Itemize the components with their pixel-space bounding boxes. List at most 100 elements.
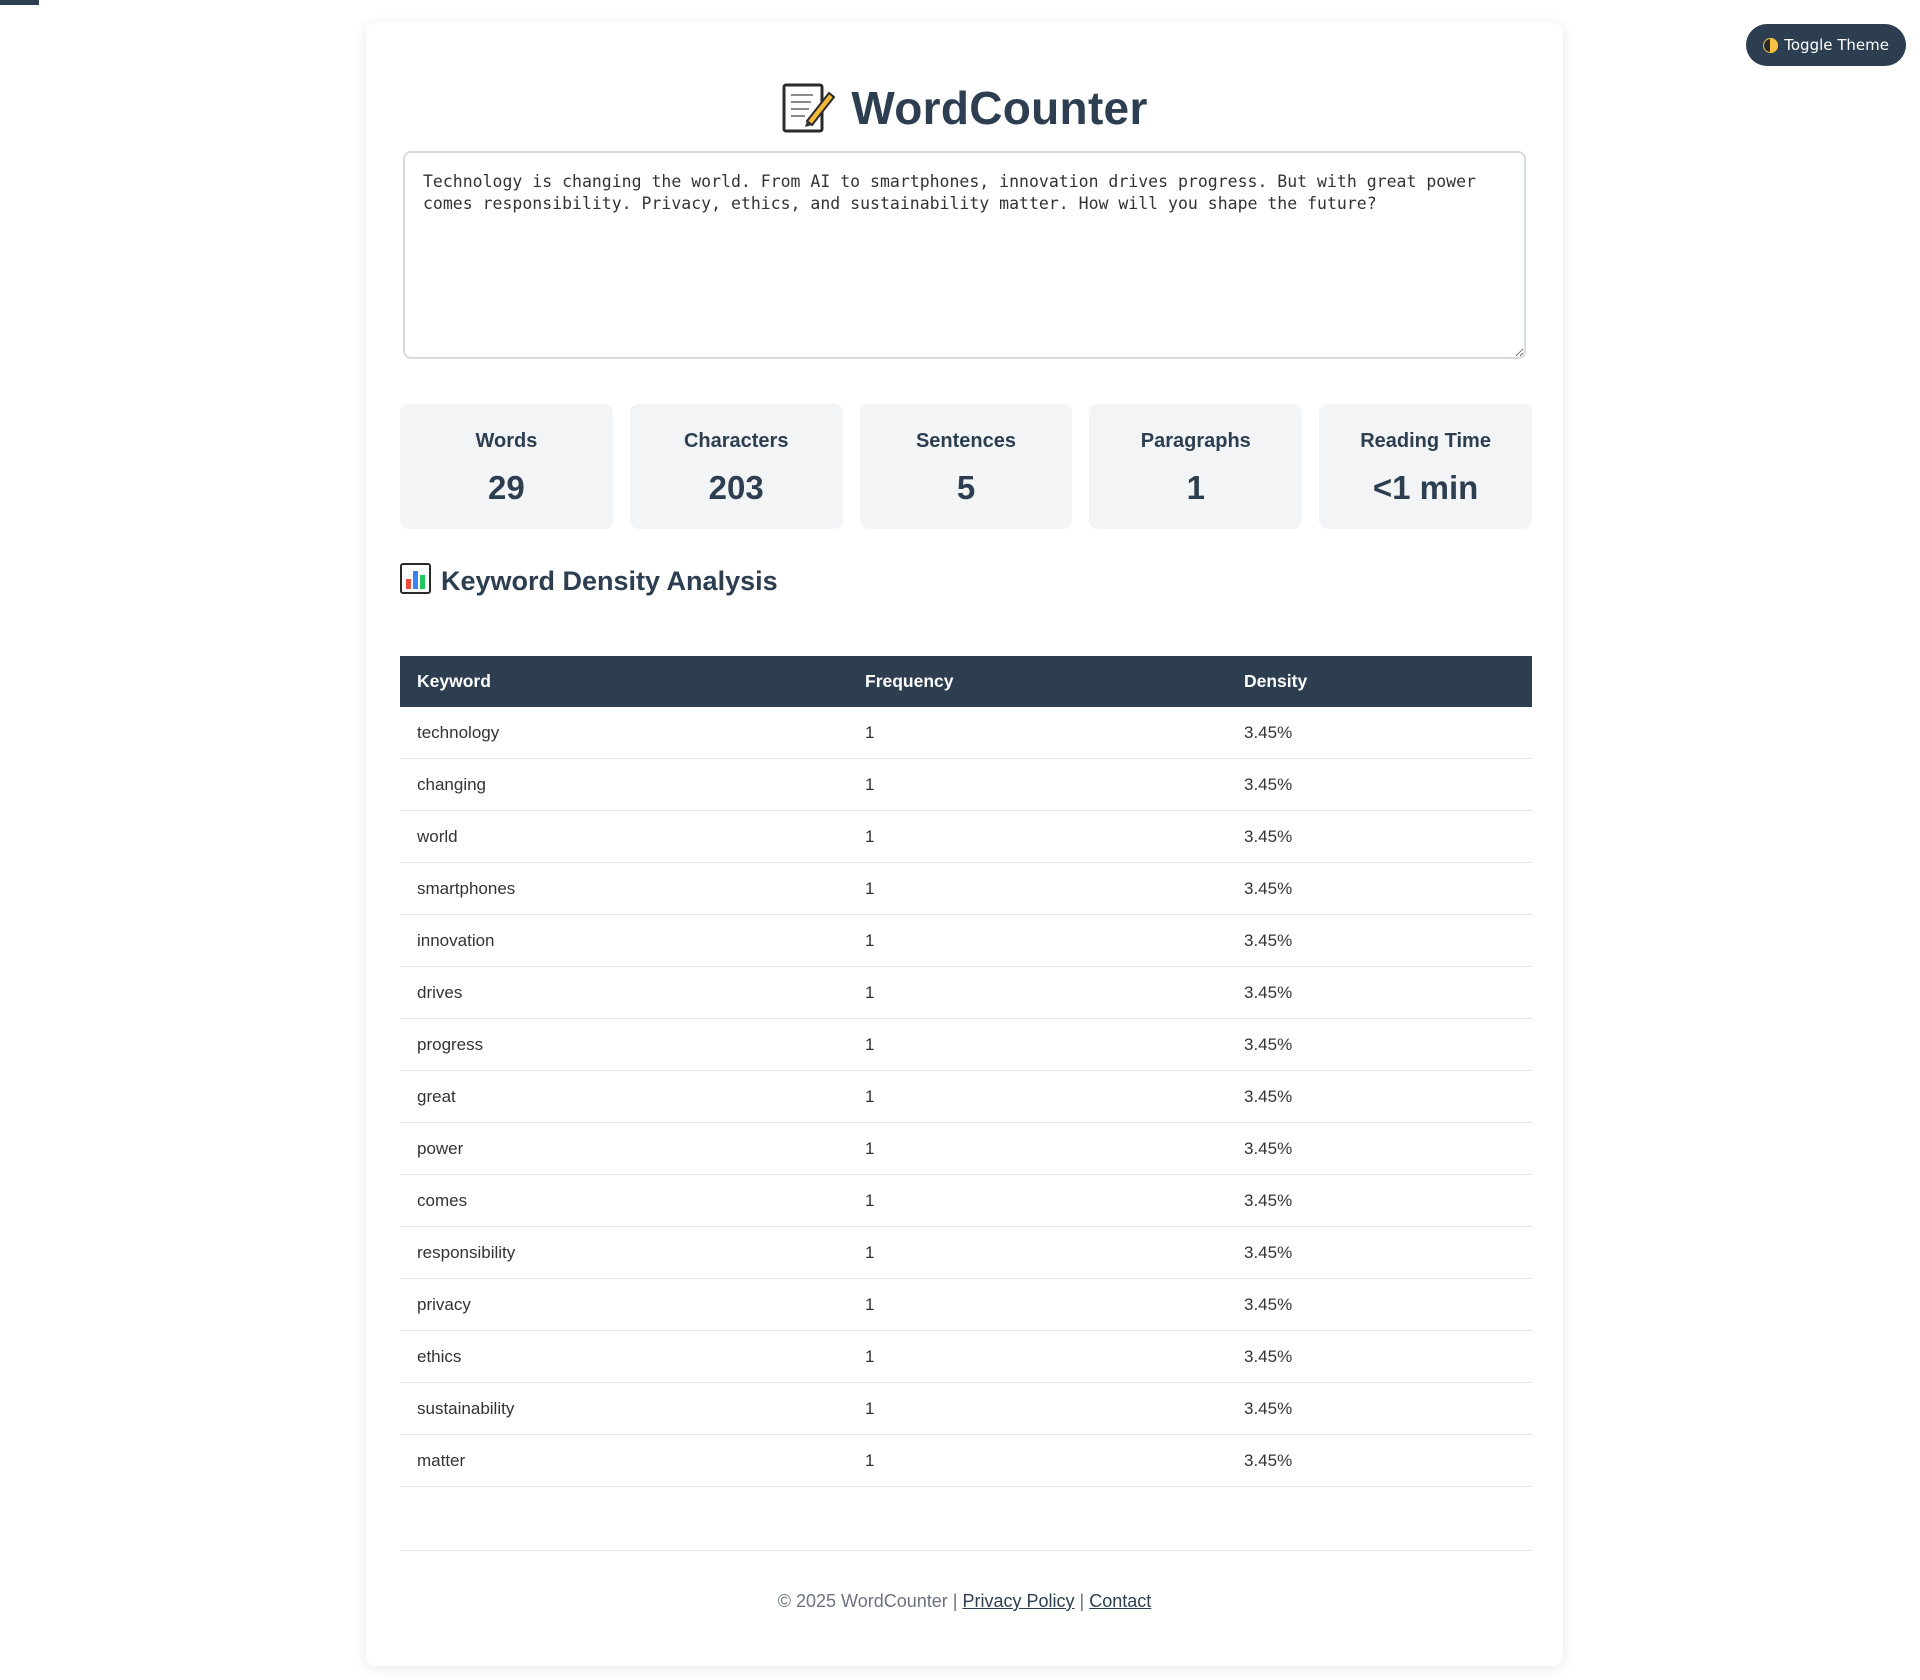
- table-row: ethics 1 3.45%: [400, 1330, 1532, 1383]
- main-card: WordCounter Technology is changing the w…: [366, 23, 1563, 1666]
- cell-keyword: privacy: [400, 1278, 848, 1331]
- cell-keyword: ethics: [400, 1330, 848, 1383]
- bar-chart-icon: [400, 563, 431, 599]
- toggle-theme-label: Toggle Theme: [1784, 36, 1889, 54]
- cell-keyword: smartphones: [400, 862, 848, 915]
- cell-frequency: 1: [848, 1122, 1227, 1175]
- stat-label: Paragraphs: [1140, 430, 1251, 452]
- cell-density: 3.45%: [1227, 1174, 1532, 1227]
- table-row: great 1 3.45%: [400, 1070, 1532, 1123]
- cell-density: 3.45%: [1227, 810, 1532, 863]
- stat-value: 1: [1186, 469, 1205, 506]
- cell-density: 3.45%: [1227, 707, 1532, 759]
- cell-density: 3.45%: [1227, 1070, 1532, 1123]
- table-row: matter 1 3.45%: [400, 1434, 1532, 1487]
- contact-link[interactable]: Contact: [1089, 1591, 1151, 1611]
- toggle-theme-button[interactable]: Toggle Theme: [1746, 24, 1906, 66]
- cell-density: 3.45%: [1227, 862, 1532, 915]
- corner-indicator: [0, 0, 39, 5]
- cell-density: 3.45%: [1227, 758, 1532, 811]
- cell-keyword: world: [400, 810, 848, 863]
- cell-keyword: innovation: [400, 914, 848, 967]
- stat-label: Words: [475, 430, 538, 452]
- cell-frequency: 1: [848, 914, 1227, 967]
- table-row: changing 1 3.45%: [400, 758, 1532, 811]
- table-row: progress 1 3.45%: [400, 1018, 1532, 1071]
- stat-value: 5: [956, 469, 976, 506]
- cell-density: 3.45%: [1227, 1226, 1532, 1279]
- stat-card-paragraphs: Paragraphs 1: [1089, 404, 1303, 529]
- cell-frequency: 1: [848, 1278, 1227, 1331]
- cell-frequency: 1: [848, 810, 1227, 863]
- column-header-keyword[interactable]: Keyword: [400, 656, 848, 707]
- cell-keyword: progress: [400, 1018, 848, 1071]
- cell-frequency: 1: [848, 1070, 1227, 1123]
- table-row: world 1 3.45%: [400, 810, 1532, 863]
- app-title: WordCounter: [851, 82, 1148, 134]
- memo-icon: [781, 81, 836, 135]
- stat-label: Sentences: [915, 430, 1017, 452]
- cell-keyword: power: [400, 1122, 848, 1175]
- cell-frequency: 1: [848, 1174, 1227, 1227]
- cell-keyword: responsibility: [400, 1226, 848, 1279]
- page-title: WordCounter: [366, 81, 1563, 135]
- cell-frequency: 1: [848, 862, 1227, 915]
- cell-density: 3.45%: [1227, 1434, 1532, 1487]
- cell-frequency: 1: [848, 1226, 1227, 1279]
- cell-density: 3.45%: [1227, 1122, 1532, 1175]
- stat-card-sentences: Sentences 5: [859, 404, 1073, 529]
- cell-keyword: comes: [400, 1174, 848, 1227]
- stat-value: 29: [488, 469, 525, 506]
- cell-frequency: 1: [848, 758, 1227, 811]
- cell-density: 3.45%: [1227, 1330, 1532, 1383]
- cell-frequency: 1: [848, 1434, 1227, 1487]
- table-row: innovation 1 3.45%: [400, 914, 1532, 967]
- stat-card-reading-time: Reading Time <1 min: [1319, 404, 1532, 529]
- table-row: smartphones 1 3.45%: [400, 862, 1532, 915]
- table-row: drives 1 3.45%: [400, 966, 1532, 1019]
- stat-value: <1 min: [1372, 469, 1479, 506]
- cell-frequency: 1: [848, 966, 1227, 1019]
- table-row: technology 1 3.45%: [400, 707, 1532, 759]
- table-row: comes 1 3.45%: [400, 1174, 1532, 1227]
- stat-label: Characters: [683, 430, 789, 452]
- footer: © 2025 WordCounter | Privacy Policy | Co…: [366, 1591, 1563, 1612]
- cell-density: 3.45%: [1227, 914, 1532, 967]
- stat-card-words: Words 29: [400, 404, 613, 529]
- footer-separator: |: [952, 1591, 958, 1611]
- cell-frequency: 1: [848, 707, 1227, 759]
- footer-separator: |: [1079, 1591, 1085, 1611]
- cell-keyword: great: [400, 1070, 848, 1123]
- table-row: sustainability 1 3.45%: [400, 1382, 1532, 1435]
- cell-keyword: drives: [400, 966, 848, 1019]
- cell-density: 3.45%: [1227, 1382, 1532, 1435]
- table-header-row: Keyword Frequency Density: [400, 656, 1532, 707]
- stat-card-characters: Characters 203: [629, 404, 843, 529]
- keyword-density-table: Keyword Frequency Density technology 1 3…: [400, 656, 1532, 1487]
- stat-value: 203: [708, 469, 764, 506]
- cell-frequency: 1: [848, 1018, 1227, 1071]
- keyword-section-heading: Keyword Density Analysis: [400, 563, 778, 599]
- cell-density: 3.45%: [1227, 966, 1532, 1019]
- editor-container: Technology is changing the world. From A…: [403, 151, 1526, 359]
- half-moon-icon: [1763, 37, 1779, 53]
- cell-keyword: sustainability: [400, 1382, 848, 1435]
- cell-keyword: technology: [400, 707, 848, 759]
- table-row: privacy 1 3.45%: [400, 1278, 1532, 1331]
- text-input-area[interactable]: Technology is changing the world. From A…: [403, 151, 1526, 359]
- cell-keyword: matter: [400, 1434, 848, 1487]
- column-header-frequency[interactable]: Frequency: [848, 656, 1227, 707]
- cell-frequency: 1: [848, 1330, 1227, 1383]
- table-row: power 1 3.45%: [400, 1122, 1532, 1175]
- cell-density: 3.45%: [1227, 1018, 1532, 1071]
- privacy-policy-link[interactable]: Privacy Policy: [962, 1591, 1074, 1611]
- footer-copyright: © 2025 WordCounter: [777, 1591, 948, 1611]
- table-row: responsibility 1 3.45%: [400, 1226, 1532, 1279]
- cell-keyword: changing: [400, 758, 848, 811]
- stats-row: Words 29 Characters 203 Sentences 5 Para…: [400, 404, 1532, 529]
- stat-label: Reading Time: [1360, 430, 1491, 452]
- footer-divider: [400, 1550, 1532, 1551]
- column-header-density[interactable]: Density: [1227, 656, 1532, 707]
- section-title: Keyword Density Analysis: [441, 565, 778, 596]
- cell-density: 3.45%: [1227, 1278, 1532, 1331]
